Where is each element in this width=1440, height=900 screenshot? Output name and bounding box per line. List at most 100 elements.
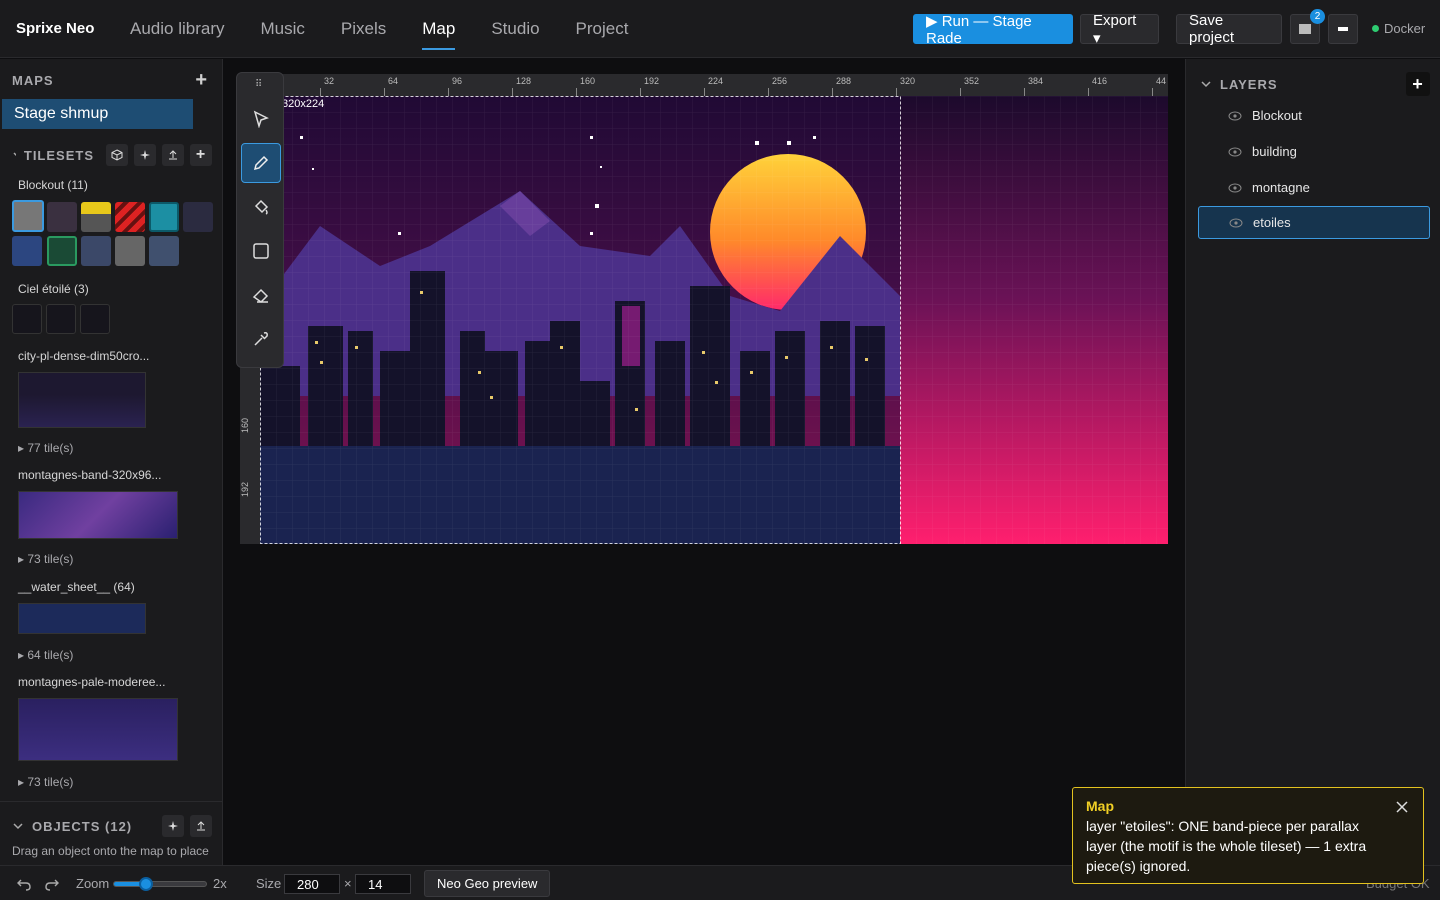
chevron-down-icon[interactable] bbox=[12, 149, 16, 161]
tab-pixels[interactable]: Pixels bbox=[323, 0, 404, 58]
map-viewport[interactable]: 320x224 bbox=[260, 96, 1168, 544]
add-map-button[interactable]: + bbox=[195, 70, 208, 90]
sparkles-icon[interactable] bbox=[162, 815, 184, 837]
layer-name: Blockout bbox=[1252, 108, 1302, 123]
zoom-slider-thumb[interactable] bbox=[138, 877, 153, 891]
select-tool[interactable] bbox=[241, 99, 281, 139]
chevron-down-icon[interactable] bbox=[12, 820, 24, 832]
tile-count[interactable]: ▸ 73 tile(s) bbox=[18, 775, 73, 789]
eye-icon[interactable] bbox=[1228, 111, 1242, 121]
undo-icon[interactable] bbox=[16, 876, 32, 892]
tile-blockout[interactable] bbox=[81, 202, 111, 232]
ruler-x-label: 160 bbox=[580, 76, 596, 86]
tileset-thumbnail-city[interactable] bbox=[18, 372, 146, 428]
ruler-x-label: 416 bbox=[1092, 76, 1108, 86]
tile-blockout[interactable] bbox=[47, 236, 77, 266]
export-button[interactable]: Export ▾ bbox=[1080, 12, 1159, 47]
neo-geo-preview-button[interactable]: Neo Geo preview bbox=[424, 870, 551, 897]
width-input[interactable] bbox=[284, 874, 340, 894]
tile-blockout[interactable] bbox=[12, 236, 42, 266]
zoom-slider[interactable] bbox=[113, 877, 207, 891]
tileset-group-title: montagnes-band-320x96... bbox=[18, 468, 162, 482]
tile-blockout[interactable] bbox=[115, 236, 145, 266]
minimize-button[interactable] bbox=[1328, 14, 1358, 44]
add-layer-button[interactable]: + bbox=[1406, 72, 1430, 96]
horizontal-ruler: 32 64 96 128 160 192 224 256 288 320 352 384 416 44 bbox=[240, 74, 1168, 96]
redo-icon[interactable] bbox=[44, 876, 60, 892]
divider bbox=[0, 801, 222, 802]
ruler-x-tick bbox=[512, 88, 513, 96]
notification-toast: Map layer "etoiles": ONE band-piece per … bbox=[1072, 787, 1424, 884]
tile-blockout[interactable] bbox=[149, 202, 179, 232]
cube-icon[interactable] bbox=[106, 144, 128, 166]
ruler-x-tick bbox=[1152, 88, 1153, 96]
toast-message: layer "etoiles": ONE band-piece per para… bbox=[1086, 818, 1367, 874]
run-button[interactable]: ▶ Run — Stage Rade bbox=[913, 13, 1073, 47]
tile-star[interactable] bbox=[46, 304, 76, 334]
times-sign: × bbox=[344, 876, 352, 891]
tile-blockout[interactable] bbox=[183, 202, 213, 232]
tab-project[interactable]: Project bbox=[558, 0, 647, 58]
tileset-thumbnail-mountains-pale[interactable] bbox=[18, 698, 178, 761]
upload-icon[interactable] bbox=[190, 815, 212, 837]
eyedropper-tool[interactable] bbox=[241, 319, 281, 359]
save-project-button[interactable]: Save project bbox=[1176, 12, 1282, 46]
tile-star[interactable] bbox=[80, 304, 110, 334]
ruler-y-label: 192 bbox=[240, 482, 250, 498]
ruler-x-tick bbox=[832, 88, 833, 96]
ruler-x-label: 256 bbox=[772, 76, 788, 86]
app-title: Sprixe Neo bbox=[16, 20, 95, 37]
tab-map[interactable]: Map bbox=[404, 0, 473, 58]
eraser-tool[interactable] bbox=[241, 275, 281, 315]
tile-star[interactable] bbox=[12, 304, 42, 334]
map-scene[interactable] bbox=[260, 96, 1168, 544]
layer-item-montagne[interactable]: montagne bbox=[1198, 171, 1430, 204]
tile-blockout[interactable] bbox=[47, 202, 77, 232]
height-input[interactable] bbox=[355, 874, 411, 894]
tile-blockout[interactable] bbox=[115, 202, 145, 232]
fill-tool[interactable] bbox=[241, 187, 281, 227]
docker-status-dot bbox=[1372, 25, 1379, 32]
tile-blockout[interactable] bbox=[149, 236, 179, 266]
rectangle-tool[interactable] bbox=[241, 231, 281, 271]
tile-blockout[interactable] bbox=[12, 200, 44, 232]
sparkles-icon[interactable] bbox=[134, 144, 156, 166]
tileset-thumbnail-water[interactable] bbox=[18, 603, 146, 634]
size-label: Size bbox=[256, 876, 282, 891]
pencil-tool[interactable] bbox=[241, 143, 281, 183]
tile-blockout[interactable] bbox=[81, 236, 111, 266]
ruler-x-tick bbox=[960, 88, 961, 96]
layer-item-etoiles[interactable]: etoiles bbox=[1198, 206, 1430, 239]
tile-count[interactable]: ▸ 73 tile(s) bbox=[18, 552, 73, 566]
upload-icon[interactable] bbox=[162, 144, 184, 166]
ruler-x-label: 96 bbox=[452, 76, 463, 86]
notifications-button[interactable]: 2 bbox=[1290, 9, 1325, 44]
tile-count[interactable]: ▸ 64 tile(s) bbox=[18, 648, 73, 662]
layer-item-building[interactable]: building bbox=[1198, 135, 1430, 168]
chevron-down-icon[interactable] bbox=[1200, 78, 1212, 90]
eye-icon[interactable] bbox=[1228, 183, 1242, 193]
eye-icon[interactable] bbox=[1228, 147, 1242, 157]
eye-icon[interactable] bbox=[1229, 218, 1243, 228]
notification-badge: 2 bbox=[1310, 9, 1325, 24]
close-icon[interactable] bbox=[1395, 800, 1409, 814]
ruler-x-label: 384 bbox=[1028, 76, 1044, 86]
right-sidebar: LAYERS + Blockout building montagne etoi… bbox=[1185, 59, 1440, 865]
ruler-x-tick bbox=[1024, 88, 1025, 96]
layer-name: building bbox=[1252, 144, 1297, 159]
tab-audio-library[interactable]: Audio library bbox=[112, 0, 243, 58]
tile-count[interactable]: ▸ 77 tile(s) bbox=[18, 441, 73, 455]
objects-header-label: OBJECTS (12) bbox=[32, 818, 133, 834]
docker-status: Docker bbox=[1372, 21, 1425, 36]
tab-studio[interactable]: Studio bbox=[473, 0, 557, 58]
map-item-stage-shmup[interactable]: Stage shmup bbox=[2, 99, 193, 129]
tab-music[interactable]: Music bbox=[243, 0, 323, 58]
stage-size-label: 320x224 bbox=[282, 98, 325, 110]
layers-header-label: LAYERS bbox=[1220, 76, 1278, 92]
tileset-group-title: Ciel étoilé (3) bbox=[18, 282, 89, 296]
tileset-thumbnail-mountains[interactable] bbox=[18, 491, 178, 539]
ruler-x-tick bbox=[1088, 88, 1089, 96]
add-tileset-button[interactable]: + bbox=[190, 144, 212, 166]
drag-handle-icon[interactable]: ⠿ bbox=[255, 79, 263, 90]
layer-item-blockout[interactable]: Blockout bbox=[1198, 99, 1430, 132]
